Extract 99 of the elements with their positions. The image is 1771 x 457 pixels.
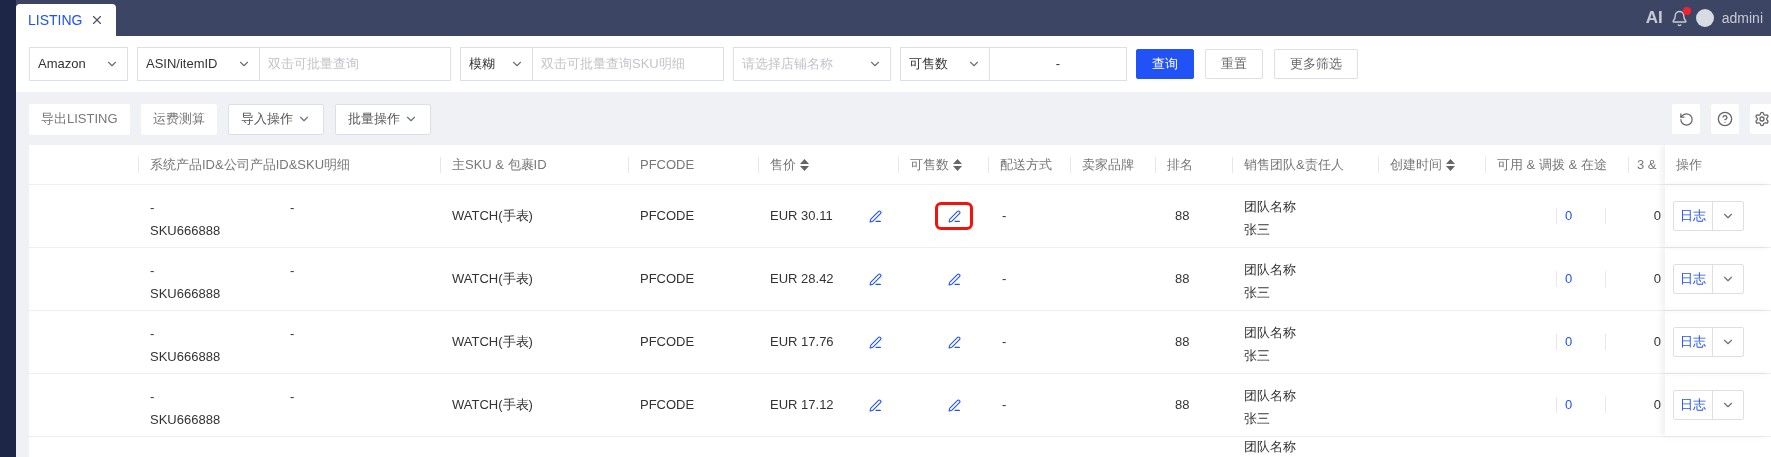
- edit-icon[interactable]: [869, 209, 882, 223]
- table-cell-text: SKU666888: [150, 285, 222, 303]
- table-cell[interactable]: 0: [1565, 206, 1605, 226]
- table-cell-text: WATCH(手表): [452, 396, 533, 415]
- edit-icon[interactable]: [947, 209, 961, 223]
- column-header: 排名: [1167, 155, 1193, 174]
- table-cell-text: 88: [1175, 207, 1190, 226]
- column-header: 创建时间: [1390, 155, 1442, 174]
- edit-icon[interactable]: [947, 398, 961, 412]
- table-cell-text: PFCODE: [640, 333, 695, 352]
- refresh-button[interactable]: [1672, 104, 1700, 134]
- table-cell-text: EUR 17.12: [770, 396, 834, 415]
- sort-icon[interactable]: [1446, 158, 1455, 171]
- help-icon: [1717, 111, 1733, 127]
- table-cell-text: WATCH(手表): [452, 270, 533, 289]
- table-cell[interactable]: 0: [1565, 395, 1605, 415]
- table-cell: -: [290, 388, 295, 406]
- table-cell-text: 团队名称: [1244, 438, 1297, 456]
- table-cell: -: [290, 325, 295, 343]
- edit-icon[interactable]: [947, 272, 961, 286]
- id-type-select[interactable]: ASIN/itemID: [137, 47, 260, 81]
- table-cell-text: -: [1002, 396, 1007, 415]
- column-header: 主SKU & 包裹ID: [452, 155, 547, 174]
- page-tab[interactable]: LISTING: [16, 4, 117, 36]
- filter-button[interactable]: 查询: [1136, 49, 1194, 79]
- table-cell-text: SKU666888: [150, 222, 222, 240]
- column-header: 可售数: [910, 155, 949, 174]
- user-name[interactable]: admini: [1721, 7, 1763, 29]
- table-cell-text: -: [1002, 333, 1007, 352]
- table-cell-text: 88: [1175, 333, 1190, 352]
- toolbar-button[interactable]: 批量操作: [334, 103, 431, 135]
- toolbar-button[interactable]: 运费测算: [140, 103, 217, 135]
- settings-icon: [1754, 111, 1770, 127]
- column-header: 售价: [770, 155, 796, 174]
- column-header: 可用 & 调拨 & 在途: [1497, 155, 1607, 174]
- table-cell-text: 团队名称: [1244, 261, 1297, 279]
- table-cell-text: PFCODE: [640, 396, 695, 415]
- match-mode-select[interactable]: 模糊: [460, 47, 533, 81]
- table-cell-text: 0: [1653, 396, 1661, 415]
- table-cell-text: EUR 28.42: [770, 270, 834, 289]
- column-header: 卖家品牌: [1082, 155, 1134, 174]
- toolbar-button[interactable]: 导出LISTING: [29, 103, 130, 135]
- notification-icon[interactable]: [1670, 9, 1688, 27]
- table-cell-text: -: [1002, 270, 1007, 289]
- table-cell-text: -: [150, 325, 156, 343]
- refresh-icon: [1678, 111, 1694, 127]
- table-cell-text: -: [150, 388, 156, 406]
- table-cell-text: 88: [1175, 270, 1190, 289]
- table-cell[interactable]: 0: [1565, 269, 1605, 289]
- column-header: PFCODE: [640, 155, 695, 174]
- table-cell-text: WATCH(手表): [452, 207, 533, 226]
- table-cell-text: 张三: [1244, 347, 1271, 365]
- table-cell-text: 团队名称: [1244, 198, 1297, 216]
- column-header: 销售团队&责任人: [1244, 155, 1344, 174]
- table-cell-text: PFCODE: [640, 207, 695, 226]
- quantity-range-field[interactable]: -: [990, 47, 1127, 81]
- filter-button[interactable]: 重置: [1205, 49, 1263, 79]
- filter-button[interactable]: 更多筛选: [1274, 49, 1358, 79]
- edit-icon[interactable]: [869, 335, 882, 349]
- table-cell[interactable]: 0: [1565, 332, 1605, 352]
- settings-button[interactable]: [1750, 104, 1771, 134]
- table-cell-text: 团队名称: [1244, 324, 1297, 342]
- table-cell-text: -: [150, 262, 156, 280]
- table-cell-text: SKU666888: [150, 348, 222, 366]
- table-cell-text: WATCH(手表): [452, 333, 533, 352]
- sku-search-field[interactable]: 双击可批量查询SKU明细: [533, 47, 724, 81]
- table-cell: -: [290, 199, 295, 217]
- sort-icon[interactable]: [953, 158, 962, 171]
- sort-icon[interactable]: [800, 158, 809, 171]
- edit-icon[interactable]: [869, 272, 882, 286]
- table-cell-text: SKU666888: [150, 411, 222, 429]
- edit-icon[interactable]: [947, 335, 961, 349]
- platform-select[interactable]: Amazon: [29, 47, 128, 81]
- column-header: 系统产品ID&公司产品ID&SKU明细: [150, 155, 351, 174]
- table-cell-text: 0: [1653, 270, 1661, 289]
- table-cell: -: [290, 262, 295, 280]
- quantity-field-select[interactable]: 可售数: [900, 47, 990, 81]
- table-cell-text: 团队名称: [1244, 387, 1297, 405]
- table-cell-text: 张三: [1244, 410, 1271, 428]
- table-cell-text: 张三: [1244, 284, 1271, 302]
- help-button[interactable]: [1711, 104, 1739, 134]
- highlight-frame[interactable]: [935, 202, 973, 230]
- table-cell-text: 88: [1175, 396, 1190, 415]
- table-cell-text: 0: [1653, 333, 1661, 352]
- column-header: 操作: [1676, 155, 1702, 174]
- table-cell-text: EUR 17.76: [770, 333, 834, 352]
- column-header: 配送方式: [1000, 155, 1052, 174]
- table-cell-text: 0: [1653, 207, 1661, 226]
- column-header: 3 &: [1637, 155, 1657, 174]
- table-cell-text: PFCODE: [640, 270, 695, 289]
- ai-label[interactable]: AI: [1645, 5, 1663, 31]
- edit-icon[interactable]: [869, 398, 882, 412]
- table-cell-text: -: [1002, 207, 1007, 226]
- table-cell-text: EUR 30.11: [770, 207, 833, 226]
- table-cell-text: -: [150, 199, 156, 217]
- toolbar-button[interactable]: 导入操作: [227, 103, 324, 135]
- table-cell-text: 张三: [1244, 221, 1271, 239]
- avatar[interactable]: [1695, 9, 1714, 27]
- id-search-field[interactable]: 双击可批量查询: [260, 47, 451, 81]
